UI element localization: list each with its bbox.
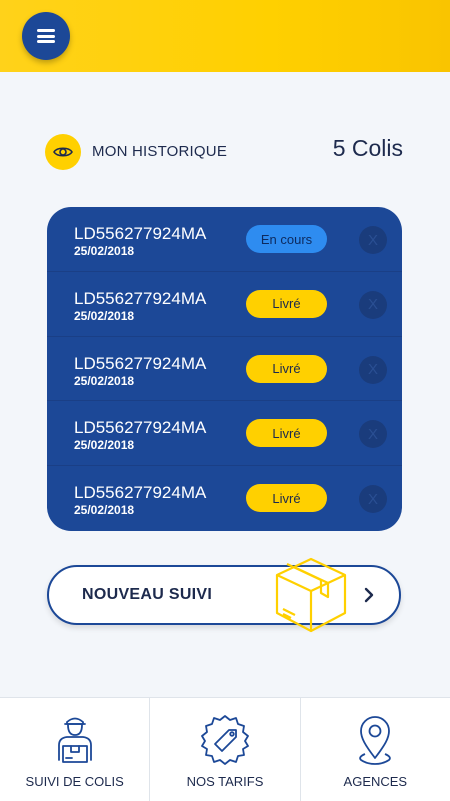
tab-suivi-de-colis[interactable]: SUIVI DE COLIS: [0, 698, 151, 801]
parcel-date: 25/02/2018: [74, 244, 135, 258]
parcel-code: LD556277924MA: [74, 418, 207, 438]
parcel-code: LD556277924MA: [74, 353, 207, 373]
parcel-code: LD556277924MA: [74, 288, 207, 308]
parcel-date: 25/02/2018: [74, 503, 135, 518]
tab-label: SUIVI DE COLIS: [25, 774, 124, 789]
map-pin-icon: [359, 716, 392, 765]
parcel-date: 25/02/2018: [74, 308, 135, 323]
status-badge: Livré: [246, 419, 327, 448]
parcel-code: LD556277924MA: [74, 224, 207, 243]
parcel-date: 25/02/2018: [74, 438, 135, 453]
new-tracking-button[interactable]: NOUVEAU SUIVI: [47, 557, 401, 633]
parcel-row[interactable]: LD556277924MA 25/02/2018 Livré X: [47, 272, 402, 337]
box-icon: [275, 557, 347, 633]
tab-label: AGENCES: [343, 774, 408, 789]
history-label: MON HISTORIQUE: [92, 143, 228, 160]
status-badge: Livré: [246, 354, 327, 383]
history-header: MON HISTORIQUE 5 Colis: [45, 133, 403, 171]
status-badge: En cours: [246, 225, 327, 253]
parcel-count: 5 Colis: [332, 135, 403, 161]
status-badge: Livré: [246, 484, 327, 513]
parcel-code: LD556277924MA: [74, 483, 207, 503]
delete-button[interactable]: X: [359, 420, 387, 449]
delete-button[interactable]: X: [359, 290, 387, 319]
delivery-man-icon: [57, 717, 92, 763]
hamburger-menu-icon: [37, 29, 55, 43]
delete-button[interactable]: X: [359, 485, 387, 514]
tab-label: NOS TARIFS: [186, 774, 264, 789]
chevron-right-icon: [364, 587, 374, 603]
tab-nos-tarifs[interactable]: NOS TARIFS: [150, 698, 301, 801]
new-tracking-label: NOUVEAU SUIVI: [82, 586, 213, 603]
parcel-date: 25/02/2018: [74, 373, 135, 388]
status-badge: Livré: [246, 289, 327, 318]
tab-agences[interactable]: AGENCES: [301, 698, 450, 801]
delete-button[interactable]: X: [359, 226, 387, 254]
parcel-row[interactable]: LD556277924MA 25/02/2018 En cours X: [47, 207, 402, 272]
delete-button[interactable]: X: [359, 355, 387, 384]
top-bar: [0, 0, 450, 72]
price-tag-icon: [201, 715, 249, 765]
parcel-row[interactable]: LD556277924MA 25/02/2018 Livré X: [47, 337, 402, 402]
parcel-row[interactable]: LD556277924MA 25/02/2018 Livré X: [47, 401, 402, 467]
eye-icon: [45, 134, 81, 170]
menu-button[interactable]: [22, 12, 70, 60]
parcel-list: LD556277924MA 25/02/2018 En cours X LD55…: [47, 207, 402, 531]
bottom-nav: SUIVI DE COLIS NOS TARIFS AGENCES: [0, 697, 450, 801]
parcel-row[interactable]: LD556277924MA 25/02/2018 Livré X: [47, 466, 402, 531]
